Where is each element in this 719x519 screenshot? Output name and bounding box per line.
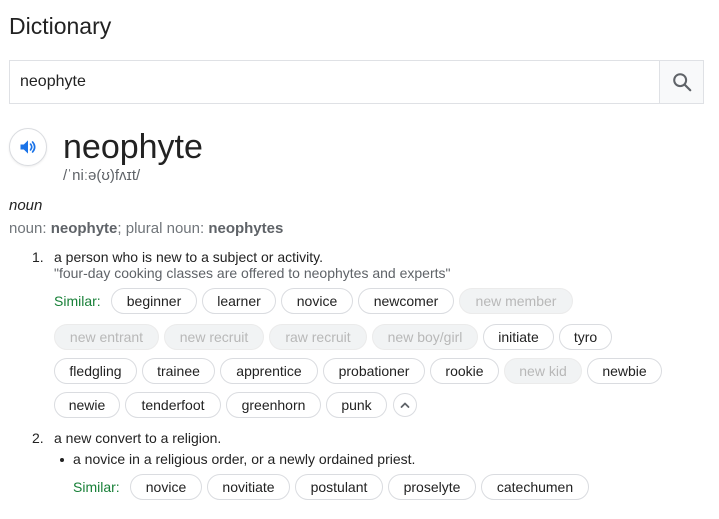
part-of-speech: noun [9,197,43,214]
synonym-chip: new recruit [164,324,264,350]
synonym-chip[interactable]: punk [326,392,387,418]
sense-example: "four-day cooking classes are offered to… [54,265,451,281]
synonym-chip: new kid [504,358,582,384]
synonym-chip[interactable]: initiate [483,324,554,350]
synonym-chip[interactable]: postulant [295,474,383,500]
synonym-chip[interactable]: proselyte [388,474,476,500]
synonym-chip[interactable]: tyro [559,324,612,350]
synonym-chip[interactable]: probationer [323,358,425,384]
synonym-chip[interactable]: newcomer [358,288,454,314]
synonym-chip[interactable]: novitiate [207,474,290,500]
chevron-up-icon [400,402,410,408]
synonym-chip[interactable]: newie [54,392,120,418]
sense-definition: a new convert to a religion. [54,430,222,446]
synonym-chip[interactable]: trainee [142,358,215,384]
forms-label: noun: [9,220,51,237]
speaker-icon [20,140,36,154]
synonym-chip[interactable]: tenderfoot [125,392,221,418]
synonym-chip: new boy/girl [372,324,478,350]
search-box [9,60,704,104]
synonym-chip[interactable]: learner [202,288,276,314]
similar-label: Similar: [73,479,120,495]
similar-label: Similar: [54,293,101,309]
headword: neophyte [63,128,203,166]
sense-number: 2. [32,430,44,446]
form-plural: neophytes [208,220,284,237]
dictionary-heading: Dictionary [9,13,112,39]
synonym-chip: new entrant [54,324,159,350]
search-icon [672,73,691,92]
sense-number: 1. [32,249,44,265]
synonym-chip: raw recruit [269,324,367,350]
subsense-definition: a novice in a religious order, or a newl… [73,451,416,467]
synonym-chip[interactable]: beginner [111,288,197,314]
synonym-chip[interactable]: novice [130,474,202,500]
word-forms: noun: neophyte; plural noun: neophytes [9,220,283,237]
form-singular: neophyte [50,220,118,237]
sense-definition: a person who is new to a subject or acti… [54,249,323,265]
synonym-chip[interactable]: rookie [430,358,499,384]
search-button[interactable] [659,61,703,103]
pronunciation-button[interactable] [9,128,47,166]
synonym-chip[interactable]: apprentice [220,358,318,384]
phonetic-transcription: /ˈniːə(ʊ)fʌɪt/ [63,167,141,184]
forms-separator: ; plural noun: [117,220,209,237]
collapse-synonyms-button[interactable] [393,393,417,417]
synonym-chip[interactable]: fledgling [54,358,137,384]
synonym-chip[interactable]: catechumen [481,474,589,500]
search-input[interactable] [10,61,660,103]
synonym-chip[interactable]: newbie [587,358,662,384]
synonym-chip[interactable]: novice [281,288,353,314]
synonym-chip[interactable]: greenhorn [226,392,321,418]
subsense-bullet [60,458,64,462]
synonym-chip: new member [459,288,573,314]
